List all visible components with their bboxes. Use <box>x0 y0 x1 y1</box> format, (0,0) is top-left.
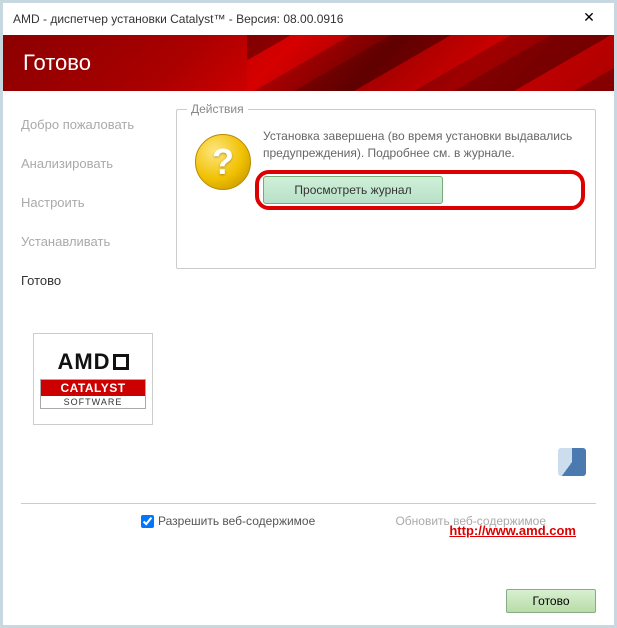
brand-logo: AMD CATALYST SOFTWARE <box>33 333 153 425</box>
footer: Готово <box>506 589 596 613</box>
page-title: Готово <box>23 50 91 76</box>
software-label: SOFTWARE <box>41 396 145 408</box>
loading-icon <box>558 448 586 476</box>
step-analyze: Анализировать <box>21 156 176 171</box>
amd-arrow-icon <box>113 354 129 370</box>
question-icon: ? <box>195 134 251 190</box>
close-icon[interactable]: ✕ <box>574 9 604 29</box>
step-install: Устанавливать <box>21 234 176 249</box>
panel-legend: Действия <box>187 102 248 116</box>
done-button[interactable]: Готово <box>506 589 596 613</box>
divider <box>21 503 596 504</box>
step-done: Готово <box>21 273 176 288</box>
bottom-area: Разрешить веб-содержимое Обновить веб-со… <box>21 453 596 528</box>
allow-web-checkbox[interactable] <box>141 515 154 528</box>
amd-wordmark: AMD <box>57 349 128 375</box>
window-title: AMD - диспетчер установки Catalyst™ - Ве… <box>13 12 574 26</box>
actions-panel: Действия ? Установка завершена (во время… <box>176 109 596 269</box>
catalyst-label: CATALYST <box>41 380 145 396</box>
step-configure: Настроить <box>21 195 176 210</box>
status-message: Установка завершена (во время установки … <box>263 128 577 162</box>
step-welcome: Добро пожаловать <box>21 117 176 132</box>
titlebar: AMD - диспетчер установки Catalyst™ - Ве… <box>3 3 614 35</box>
view-log-button[interactable]: Просмотреть журнал <box>263 176 443 204</box>
installer-window: AMD - диспетчер установки Catalyst™ - Ве… <box>0 0 617 628</box>
amd-website-link[interactable]: http://www.amd.com <box>449 523 576 538</box>
header-banner: Готово <box>3 35 614 91</box>
allow-web-checkbox-label[interactable]: Разрешить веб-содержимое <box>141 514 315 528</box>
